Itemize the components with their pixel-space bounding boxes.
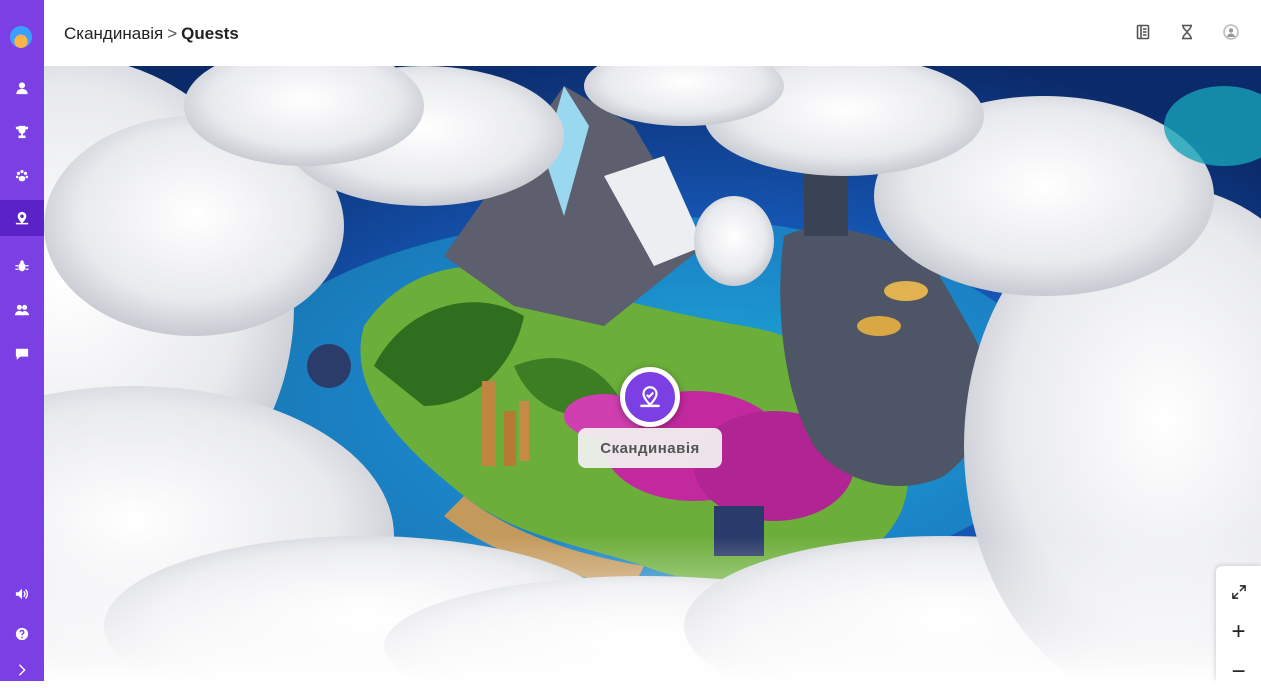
book-button[interactable]: [1133, 22, 1153, 42]
location-marker-button[interactable]: [620, 367, 680, 427]
bug-icon: [15, 260, 29, 272]
sidebar-item-help[interactable]: [0, 616, 44, 652]
app-logo-icon[interactable]: [10, 26, 32, 48]
paw-icon: [15, 170, 29, 182]
quest-map[interactable]: Скандинавія + −: [44, 66, 1261, 681]
breadcrumb-current: Quests: [181, 24, 239, 43]
chat-icon: [15, 348, 29, 360]
expand-icon: [18, 664, 26, 676]
header-actions: [1133, 22, 1241, 42]
group-icon: [15, 304, 29, 316]
map-marker-icon: [640, 386, 660, 408]
sidebar-item-profile[interactable]: [0, 70, 44, 106]
avatar-button[interactable]: [1221, 22, 1241, 42]
book-icon: [1136, 24, 1150, 40]
sidebar-expand-button[interactable]: [0, 652, 44, 688]
breadcrumb-separator: >: [167, 24, 178, 43]
sidebar-item-chat[interactable]: [0, 336, 44, 372]
sidebar-item-achievements[interactable]: [0, 114, 44, 150]
sidebar: [0, 0, 44, 681]
sidebar-item-pets[interactable]: [0, 158, 44, 194]
avatar-icon: [1223, 24, 1239, 40]
location-label[interactable]: Скандинавія: [578, 428, 722, 468]
hourglass-icon: [1182, 24, 1192, 40]
trophy-icon: [15, 125, 29, 139]
fullscreen-button[interactable]: [1216, 578, 1261, 606]
sidebar-item-sound[interactable]: [0, 576, 44, 612]
zoom-in-button[interactable]: +: [1216, 616, 1261, 648]
breadcrumb-parent-link[interactable]: Скандинавія: [64, 24, 163, 43]
top-header: Скандинавія > Quests: [44, 0, 1261, 66]
user-icon: [16, 82, 28, 95]
sidebar-item-friends[interactable]: [0, 292, 44, 328]
zoom-controls: + −: [1216, 566, 1261, 681]
map-marker-icon: [15, 211, 29, 225]
sidebar-item-monsters[interactable]: [0, 248, 44, 284]
sidebar-item-quests[interactable]: [0, 200, 44, 236]
fullscreen-icon: [1231, 585, 1246, 599]
breadcrumb: Скандинавія > Quests: [64, 24, 239, 44]
hourglass-button[interactable]: [1177, 22, 1197, 42]
sound-icon: [15, 588, 28, 600]
help-icon: [15, 627, 29, 641]
zoom-out-button[interactable]: −: [1216, 658, 1261, 681]
